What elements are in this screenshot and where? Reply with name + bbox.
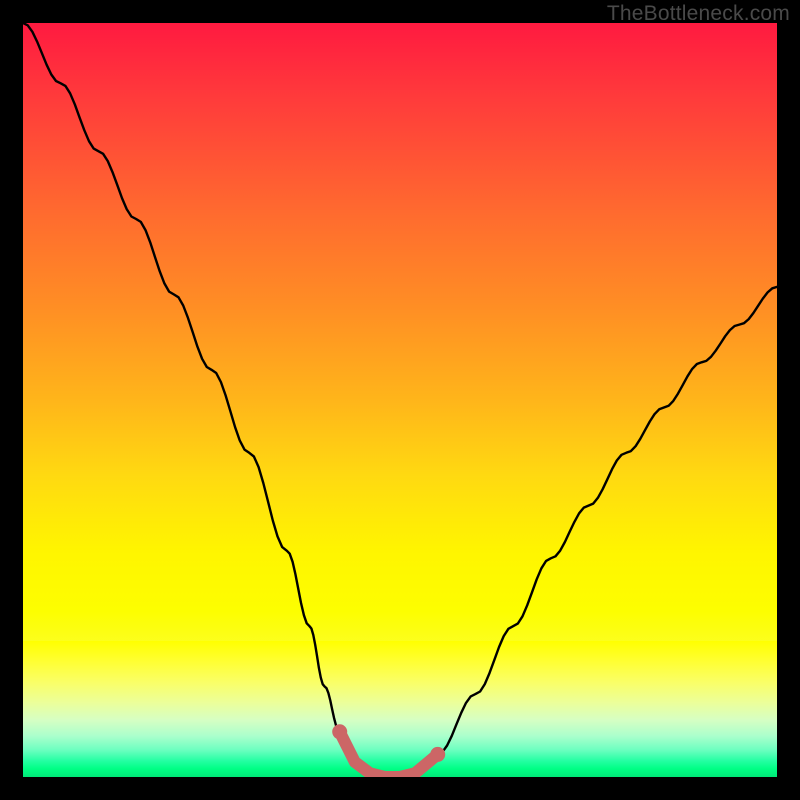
chart-frame: TheBottleneck.com: [0, 0, 800, 800]
optimal-band-overlay: [23, 641, 777, 777]
plot-area: [23, 23, 777, 777]
attribution-watermark: TheBottleneck.com: [607, 2, 790, 26]
